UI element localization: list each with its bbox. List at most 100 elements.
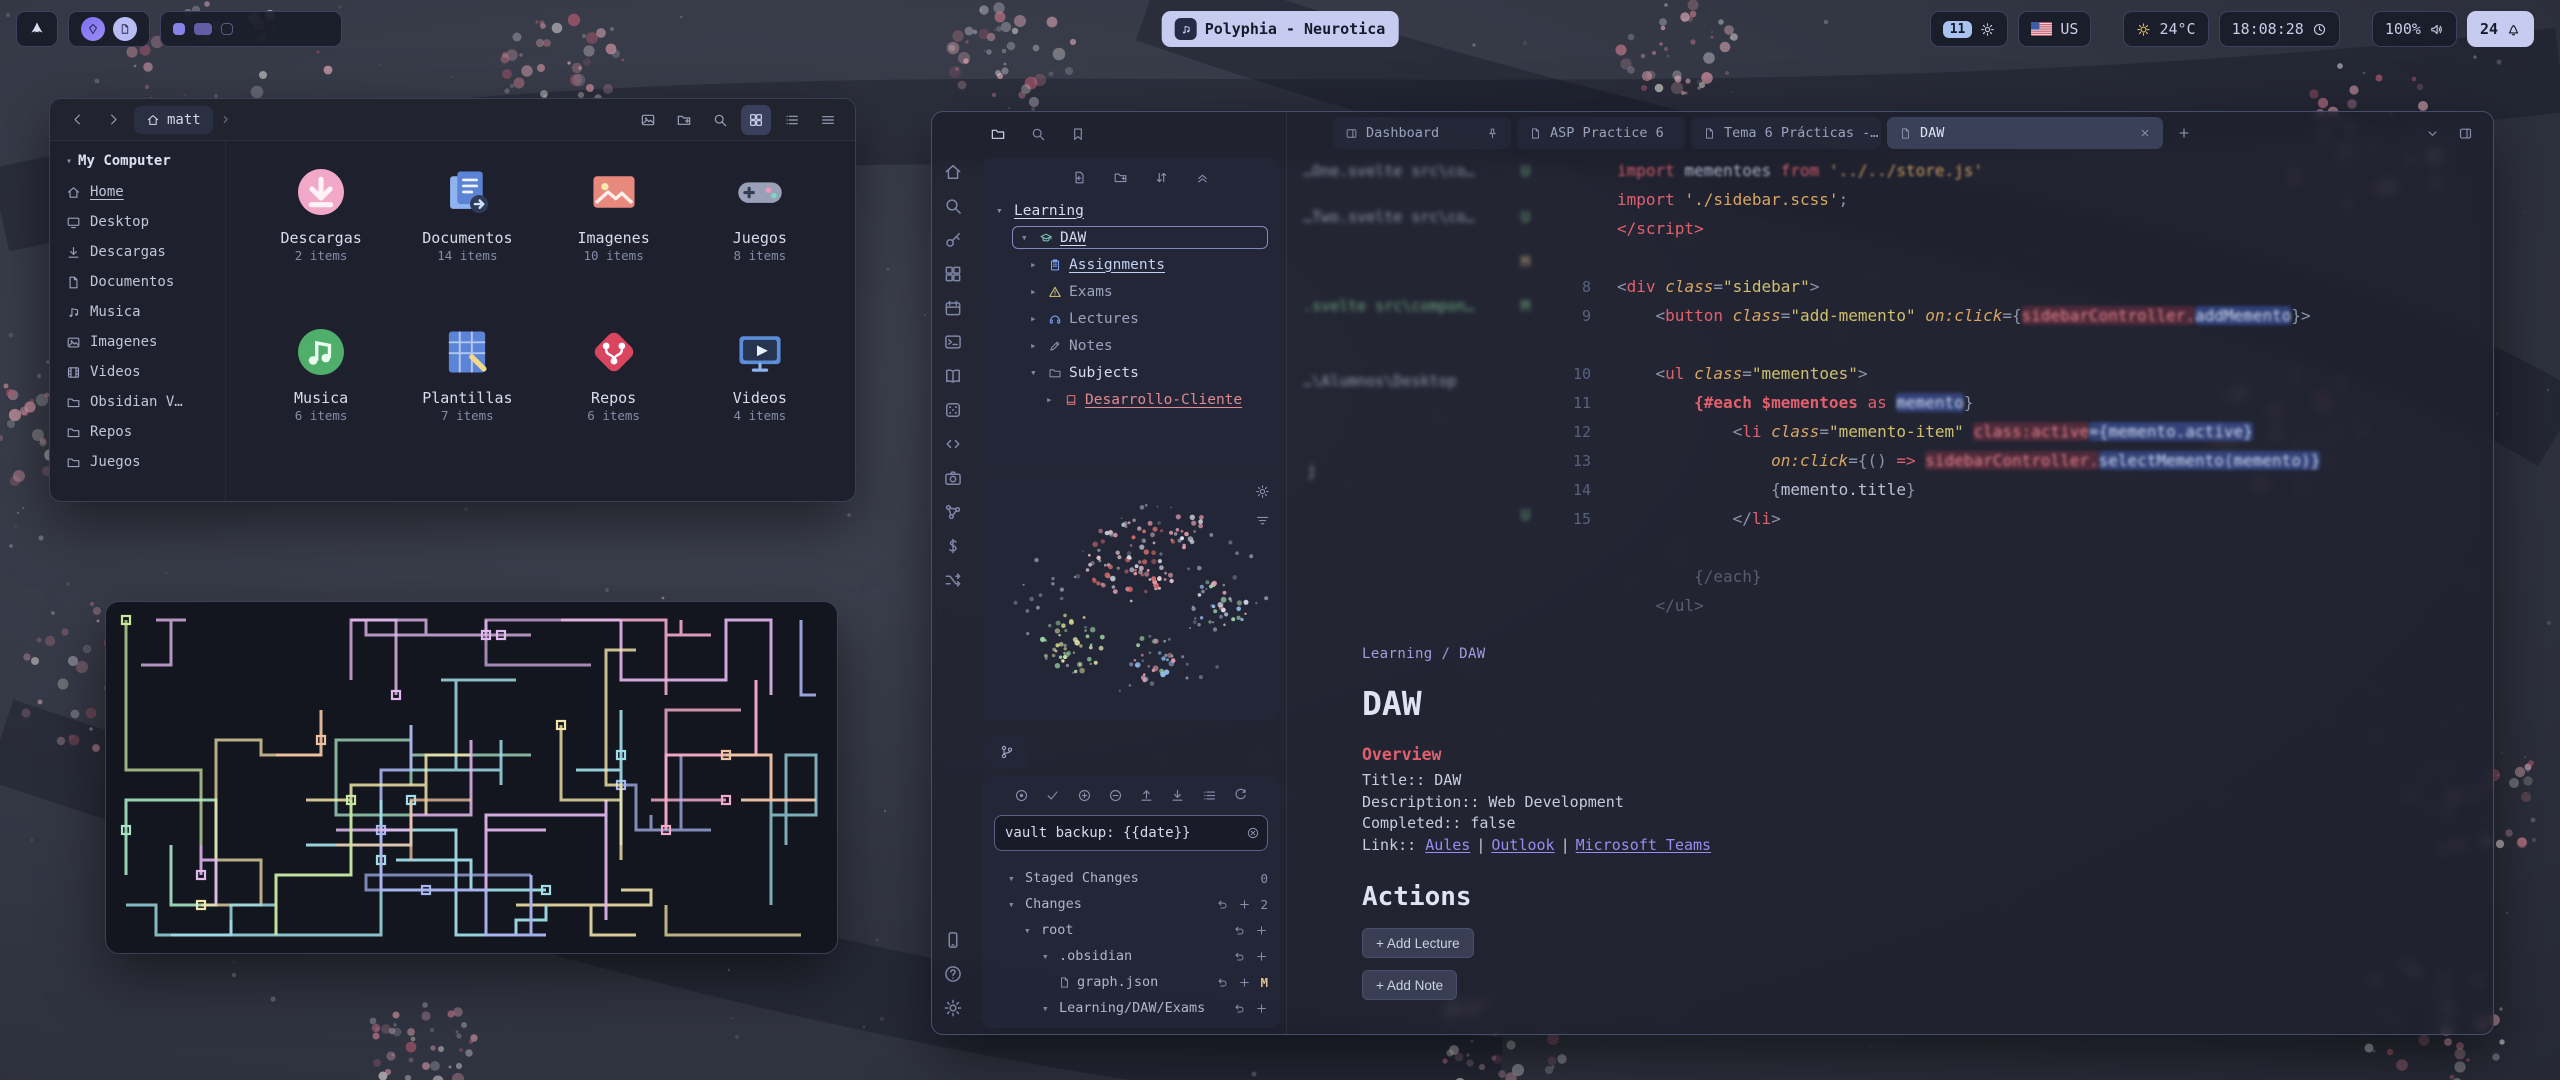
workspace-active[interactable] (173, 23, 185, 35)
push-icon[interactable] (1139, 788, 1154, 803)
folder-plantillas[interactable]: Plantillas 7 items (394, 317, 540, 477)
book-icon[interactable] (943, 366, 963, 386)
tree-item-desarrollo-cliente[interactable]: ▸ Desarrollo-Cliente (982, 386, 1280, 413)
git-row-obsidian-dir[interactable]: ▾ .obsidian (994, 943, 1268, 969)
folder-musica[interactable]: Musica 6 items (248, 317, 394, 477)
git-row-root[interactable]: ▾ root (994, 917, 1268, 943)
git-row-graph-json[interactable]: graph.json M (994, 969, 1268, 995)
sidebar-item-juegos[interactable]: Juegos (66, 447, 217, 477)
folder-documentos[interactable]: Documentos 14 items (394, 157, 540, 317)
clear-icon[interactable] (1246, 826, 1260, 840)
camera-icon[interactable] (943, 468, 963, 488)
sidebar-section-title[interactable]: ▾My Computer (66, 153, 217, 169)
terminal-icon[interactable] (943, 332, 963, 352)
link-aules[interactable]: Aules (1425, 836, 1470, 854)
sidebar-item-repos[interactable]: Repos (66, 417, 217, 447)
shuffle-icon[interactable] (943, 570, 963, 590)
tree-item-subjects[interactable]: ▾ Subjects (982, 359, 1280, 386)
app-shortcut-notes[interactable] (113, 17, 137, 41)
gear-icon[interactable] (1255, 484, 1270, 499)
tree-item-learning[interactable]: ▾ Learning (982, 197, 1280, 224)
image-viewer-button[interactable] (633, 105, 663, 135)
dice-icon[interactable] (943, 400, 963, 420)
code-icon[interactable] (943, 434, 963, 454)
sidebar-item-home[interactable]: Home (66, 177, 217, 207)
folder-descargas[interactable]: Descargas 2 items (248, 157, 394, 317)
git-panel-tab[interactable] (986, 736, 1028, 768)
tree-item-exams[interactable]: ▸ Exams (982, 278, 1280, 305)
tree-item-assignments[interactable]: ▸ Assignments (982, 251, 1280, 278)
discard-icon[interactable] (1216, 898, 1229, 911)
git-row-staged-changes[interactable]: ▾ Staged Changes 0 (994, 865, 1268, 891)
settings-gear-icon[interactable] (943, 998, 963, 1018)
discard-icon[interactable] (1233, 1002, 1246, 1015)
folder-repos[interactable]: Repos 6 items (541, 317, 687, 477)
network-icon[interactable] (943, 502, 963, 522)
notifications-module[interactable]: 24 (2467, 11, 2534, 47)
stage-icon[interactable] (1255, 1002, 1268, 1015)
tab-asp-practice-6[interactable]: ASP Practice 6 (1517, 117, 1685, 149)
tab-dashboard[interactable]: Dashboard (1333, 117, 1511, 149)
sidebar-item-descargas[interactable]: Descargas (66, 237, 217, 267)
sidebar-item-videos[interactable]: Videos (66, 357, 217, 387)
search-icon[interactable] (1030, 126, 1046, 142)
editor-content[interactable]: …One.svelte src\co… U …Two.svelte src\co… (1287, 154, 2493, 1034)
sidebar-item-imagenes[interactable]: Imagenes (66, 327, 217, 357)
tab-daw[interactable]: DAW (1887, 117, 2163, 149)
keyboard-layout-module[interactable]: US (2018, 11, 2091, 47)
new-folder-icon[interactable] (1113, 170, 1128, 185)
new-folder-button[interactable] (669, 105, 699, 135)
backup-icon[interactable] (1014, 788, 1029, 803)
refresh-icon[interactable] (1233, 788, 1248, 803)
tab-tema-6-practicas[interactable]: Tema 6 Prácticas -… (1691, 117, 1881, 149)
updates-module[interactable]: 11 (1930, 11, 2009, 47)
help-icon[interactable] (943, 964, 963, 984)
launcher-button[interactable] (16, 11, 58, 47)
grid-icon[interactable] (943, 264, 963, 284)
commit-message-input[interactable] (1005, 825, 1237, 841)
new-tab-button[interactable] (2169, 118, 2199, 148)
weather-module[interactable]: 24°C (2123, 11, 2208, 47)
calendar-icon[interactable] (943, 298, 963, 318)
menu-button[interactable] (813, 105, 843, 135)
link-outlook[interactable]: Outlook (1491, 836, 1554, 854)
folder-videos[interactable]: Videos 4 items (687, 317, 833, 477)
tree-item-lectures[interactable]: ▸ Lectures (982, 305, 1280, 332)
volume-module[interactable]: 100% (2372, 11, 2457, 47)
stage-icon[interactable] (1238, 976, 1251, 989)
clock-module[interactable]: 18:08:28 (2219, 11, 2340, 47)
discard-icon[interactable] (1216, 976, 1229, 989)
unstage-all-icon[interactable] (1108, 788, 1123, 803)
close-icon[interactable] (2139, 127, 2151, 139)
music-widget[interactable]: Polyphia - Neurotica (1162, 11, 1399, 47)
nav-forward-button[interactable] (98, 105, 128, 135)
workspace-indicator[interactable] (160, 11, 342, 47)
sidebar-item-desktop[interactable]: Desktop (66, 207, 217, 237)
breadcrumb[interactable]: matt (134, 106, 213, 134)
stage-icon[interactable] (1238, 898, 1251, 911)
home-icon[interactable] (943, 162, 963, 182)
sidebar-item-obsidian-vault[interactable]: Obsidian V… (66, 387, 217, 417)
stage-icon[interactable] (1255, 950, 1268, 963)
bookmark-icon[interactable] (1070, 126, 1086, 142)
sidebar-item-documentos[interactable]: Documentos (66, 267, 217, 297)
dollar-icon[interactable] (943, 536, 963, 556)
split-layout-icon[interactable] (2458, 126, 2473, 141)
search-button[interactable] (705, 105, 735, 135)
tree-item-notes[interactable]: ▸ Notes (982, 332, 1280, 359)
git-row-learning-daw-exams[interactable]: ▾ Learning/DAW/Exams (994, 995, 1268, 1021)
discard-icon[interactable] (1233, 924, 1246, 937)
add-lecture-button[interactable]: + Add Lecture (1362, 928, 1474, 958)
workspace-occupied[interactable] (194, 23, 212, 35)
discard-icon[interactable] (1233, 950, 1246, 963)
pull-icon[interactable] (1170, 788, 1185, 803)
sort-icon[interactable] (1154, 170, 1169, 185)
folder-icon[interactable] (990, 126, 1006, 142)
folder-imagenes[interactable]: Imagenes 10 items (541, 157, 687, 317)
nav-back-button[interactable] (62, 105, 92, 135)
filter-icon[interactable] (1255, 513, 1270, 528)
workspace-empty[interactable] (221, 23, 233, 35)
changes-list-icon[interactable] (1202, 788, 1217, 803)
code-block[interactable]: import mementoes from '../../store.js'im… (1527, 156, 2320, 620)
new-note-icon[interactable] (1072, 170, 1087, 185)
